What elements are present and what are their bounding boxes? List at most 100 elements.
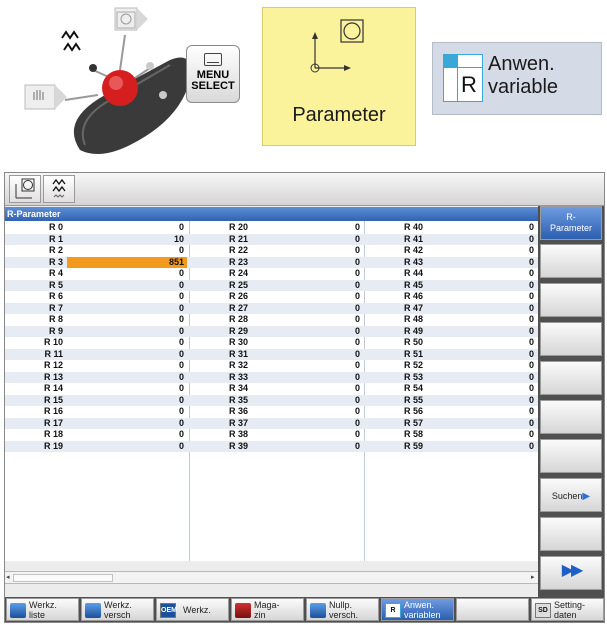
- param-value-field[interactable]: 0: [253, 222, 363, 233]
- param-name: R 1: [48, 233, 63, 244]
- softkey-empty-5[interactable]: [540, 361, 602, 395]
- param-value-field[interactable]: 0: [253, 268, 363, 279]
- softkey-bottom-2[interactable]: Werkz. versch: [81, 598, 154, 621]
- param-value-field[interactable]: 0: [67, 280, 187, 291]
- param-value-field[interactable]: 0: [67, 441, 187, 452]
- user-variable-line2: variable: [488, 76, 559, 98]
- param-value-field[interactable]: 0: [67, 303, 187, 314]
- param-value-field[interactable]: 0: [67, 406, 187, 417]
- param-value-field[interactable]: 0: [253, 360, 363, 371]
- param-value-field[interactable]: 0: [427, 406, 537, 417]
- param-value-field[interactable]: 0: [67, 222, 187, 233]
- softkey-empty-6[interactable]: [540, 400, 602, 434]
- softkey-bottom-3[interactable]: OEM Werkz.: [156, 598, 229, 621]
- param-name: R 8: [48, 314, 63, 324]
- param-value-field[interactable]: 0: [427, 429, 537, 440]
- param-value-field[interactable]: 0: [427, 383, 537, 394]
- param-value-field[interactable]: 0: [427, 326, 537, 337]
- param-value-field[interactable]: 0: [427, 245, 537, 256]
- param-value-field[interactable]: 0: [67, 245, 187, 256]
- param-value-field[interactable]: 0: [253, 349, 363, 360]
- softkey-empty-2[interactable]: [540, 244, 602, 278]
- param-name: R 6: [48, 291, 63, 301]
- setting-data-icon: SD: [535, 603, 551, 618]
- param-value-field[interactable]: 0: [427, 268, 537, 279]
- param-value-field[interactable]: 0: [253, 326, 363, 337]
- param-value-field[interactable]: 0: [253, 257, 363, 268]
- param-value-field[interactable]: 0: [427, 291, 537, 302]
- param-value-field[interactable]: 0: [253, 280, 363, 291]
- param-value-field[interactable]: 0: [253, 337, 363, 348]
- menu-select-key[interactable]: MENU SELECT: [186, 45, 240, 103]
- program-wave-icon[interactable]: [43, 175, 75, 203]
- param-value-field[interactable]: 0: [67, 291, 187, 302]
- param-value-field[interactable]: 851: [67, 256, 187, 268]
- param-value-field[interactable]: 0: [253, 234, 363, 245]
- param-value-field[interactable]: 0: [427, 395, 537, 406]
- param-value-field[interactable]: 0: [67, 349, 187, 360]
- table-row: R 14 0 R 34 0 R 54 0: [5, 383, 538, 395]
- softkey-more[interactable]: ▶▶: [540, 556, 602, 590]
- param-name: R 34: [228, 383, 248, 393]
- param-value-field[interactable]: 0: [253, 303, 363, 314]
- param-value-field[interactable]: 0: [67, 418, 187, 429]
- param-value-field[interactable]: 0: [67, 337, 187, 348]
- param-value-field[interactable]: 0: [67, 372, 187, 383]
- param-value-field[interactable]: 0: [427, 337, 537, 348]
- param-name: R 47: [403, 302, 423, 313]
- param-value-field[interactable]: 10: [67, 234, 187, 245]
- param-value-field[interactable]: 0: [427, 314, 537, 325]
- param-value-field[interactable]: 0: [427, 441, 537, 452]
- softkey-bottom-4[interactable]: Maga-zin: [231, 598, 304, 621]
- param-value-field[interactable]: 0: [427, 234, 537, 245]
- param-value-field[interactable]: 0: [427, 360, 537, 371]
- param-value-field[interactable]: 0: [67, 429, 187, 440]
- softkey-search[interactable]: Suchen▶: [540, 478, 602, 512]
- scroll-right-icon[interactable]: ▸: [531, 574, 537, 582]
- scroll-thumb[interactable]: [13, 574, 113, 582]
- user-variable-icon: R: [385, 603, 401, 618]
- horizontal-scrollbar[interactable]: ◂ ▸: [5, 571, 538, 584]
- softkey-bottom-6[interactable]: R Anwen. variablen: [381, 598, 454, 621]
- param-value-field[interactable]: 0: [427, 418, 537, 429]
- param-value-field[interactable]: 0: [253, 314, 363, 325]
- more-arrows-icon: ▶▶: [561, 562, 584, 579]
- param-name: R 39: [228, 440, 248, 451]
- softkey-empty-4[interactable]: [540, 322, 602, 356]
- softkey-bottom-8[interactable]: SD Setting-daten: [531, 598, 604, 621]
- machine-axis-icon[interactable]: [9, 175, 41, 203]
- param-value-field[interactable]: 0: [253, 395, 363, 406]
- softkey-empty-7[interactable]: [540, 439, 602, 473]
- param-value-field[interactable]: 0: [253, 441, 363, 452]
- param-value-field[interactable]: 0: [67, 326, 187, 337]
- param-value-field[interactable]: 0: [253, 383, 363, 394]
- param-value-field[interactable]: 0: [67, 395, 187, 406]
- param-value-field[interactable]: 0: [427, 372, 537, 383]
- param-value-field[interactable]: 0: [253, 418, 363, 429]
- softkey-bottom-5[interactable]: Nullp. versch.: [306, 598, 379, 621]
- user-variable-softkey[interactable]: R Anwen. variable: [432, 42, 602, 115]
- param-name: R 32: [228, 360, 248, 370]
- param-value-field[interactable]: 0: [253, 245, 363, 256]
- param-value-field[interactable]: 0: [253, 372, 363, 383]
- softkey-r-parameter[interactable]: R- Parameter: [540, 206, 602, 240]
- param-value-field[interactable]: 0: [427, 280, 537, 291]
- param-value-field[interactable]: 0: [67, 268, 187, 279]
- param-value-field[interactable]: 0: [427, 303, 537, 314]
- softkey-empty-3[interactable]: [540, 283, 602, 317]
- param-value-field[interactable]: 0: [427, 349, 537, 360]
- param-value-field[interactable]: 0: [427, 222, 537, 233]
- scroll-left-icon[interactable]: ◂: [6, 574, 12, 582]
- param-value-field[interactable]: 0: [253, 429, 363, 440]
- param-value-field[interactable]: 0: [67, 383, 187, 394]
- param-value-field[interactable]: 0: [253, 291, 363, 302]
- parameter-softkey[interactable]: Parameter: [262, 7, 416, 146]
- param-value-field[interactable]: 0: [427, 257, 537, 268]
- param-value-field[interactable]: 0: [67, 314, 187, 325]
- param-value-field[interactable]: 0: [67, 360, 187, 371]
- softkey-empty-9[interactable]: [540, 517, 602, 551]
- param-value-field[interactable]: 0: [253, 406, 363, 417]
- param-name: R 12: [43, 360, 63, 370]
- softkey-bottom-7[interactable]: [456, 598, 529, 621]
- softkey-bottom-1[interactable]: Werkz. liste: [6, 598, 79, 621]
